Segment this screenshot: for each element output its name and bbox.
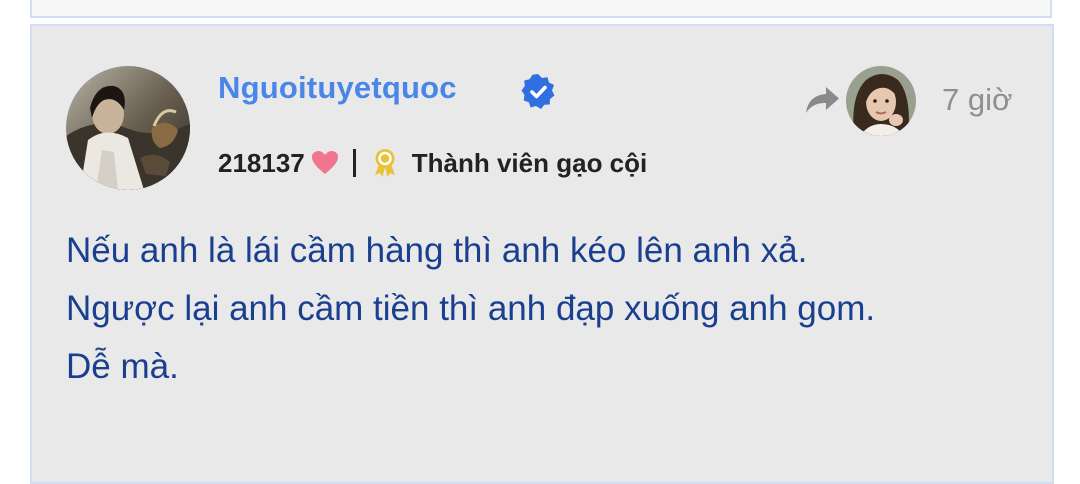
post-time: 7 giờ <box>942 82 1013 117</box>
member-rank: Thành viên gạo cội <box>411 147 648 178</box>
post-content-line: Ngược lại anh cầm tiền thì anh đạp xuống… <box>66 289 876 328</box>
reply-user-avatar[interactable] <box>846 66 916 136</box>
post-content-line: Nếu anh là lái cầm hàng thì anh kéo lên … <box>66 231 808 270</box>
reputation-count: 218137 <box>218 147 305 178</box>
meta-divider <box>352 149 356 177</box>
author-meta: 218137 Thành viên gạo cội <box>218 146 647 180</box>
author-avatar[interactable] <box>66 66 190 190</box>
heart-icon <box>311 151 338 174</box>
previous-post-card <box>30 0 1052 18</box>
award-ribbon-icon <box>374 149 395 177</box>
author-username[interactable]: Nguoituyetquoc <box>218 70 457 106</box>
share-arrow-icon[interactable] <box>804 84 840 116</box>
verified-check-icon <box>521 74 555 109</box>
post-card: Nguoituyetquoc 218137 Thành viên gạo cội <box>30 24 1054 484</box>
post-content-line: Dễ mà. <box>66 347 179 386</box>
post-content: Nếu anh là lái cầm hàng thì anh kéo lên … <box>66 222 1036 396</box>
